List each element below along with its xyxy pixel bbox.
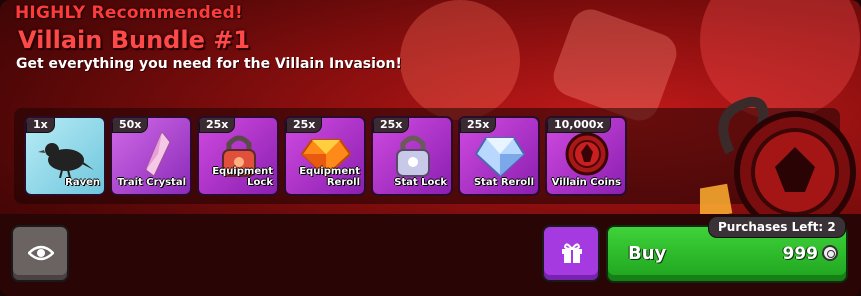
item-name: Equipment Lock <box>212 166 273 188</box>
padlock-icon <box>396 135 430 177</box>
gift-icon <box>562 243 582 263</box>
item-name: Stat Reroll <box>473 177 534 188</box>
bundle-title: Villain Bundle #1 <box>18 26 251 54</box>
item-name: Villain Coins <box>551 177 621 188</box>
item-quantity: 50x <box>112 118 149 133</box>
eye-icon <box>28 245 54 261</box>
purchases-left-badge: Purchases Left: 2 <box>708 216 846 238</box>
bundle-item-stat-reroll[interactable]: 25x Stat Reroll <box>458 116 540 196</box>
item-name: Equipment Reroll <box>299 166 360 188</box>
item-quantity: 1x <box>26 118 55 133</box>
crystal-icon <box>145 132 171 177</box>
item-quantity: 25x <box>373 118 410 133</box>
gift-button[interactable] <box>542 225 600 282</box>
item-name: Trait Crystal <box>117 177 186 188</box>
bundle-item-raven[interactable]: 1x Raven <box>24 116 106 196</box>
villain-coin-large-icon <box>700 96 856 232</box>
buy-price: 999 <box>782 244 819 264</box>
buy-label: Buy <box>628 243 667 264</box>
background-padlock-decoration <box>400 0 520 120</box>
item-name: Raven <box>65 177 100 188</box>
bundle-panel: HIGHLY Recommended! Villain Bundle #1 Ge… <box>0 0 861 296</box>
bundle-item-stat-lock[interactable]: 25x Stat Lock <box>371 116 453 196</box>
bundle-item-equipment-lock[interactable]: 25x Equipment Lock <box>197 116 279 196</box>
item-quantity: 10,000x <box>547 118 611 133</box>
diamond-icon <box>474 137 526 178</box>
item-quantity: 25x <box>199 118 236 133</box>
raven-icon <box>38 143 94 178</box>
item-quantity: 25x <box>460 118 497 133</box>
bundle-item-trait-crystal[interactable]: 50x Trait Crystal <box>110 116 192 196</box>
robux-icon <box>822 245 838 261</box>
bundle-subtitle: Get everything you need for the Villain … <box>16 56 402 72</box>
bundle-item-villain-coins[interactable]: 10,000x Villain Coins <box>545 116 627 196</box>
villain-coin-icon <box>565 132 609 176</box>
preview-button[interactable] <box>11 225 69 282</box>
bundle-item-equipment-reroll[interactable]: 25x Equipment Reroll <box>284 116 366 196</box>
tagline: HIGHLY Recommended! <box>15 3 244 23</box>
item-quantity: 25x <box>286 118 323 133</box>
item-name: Stat Lock <box>394 177 447 188</box>
